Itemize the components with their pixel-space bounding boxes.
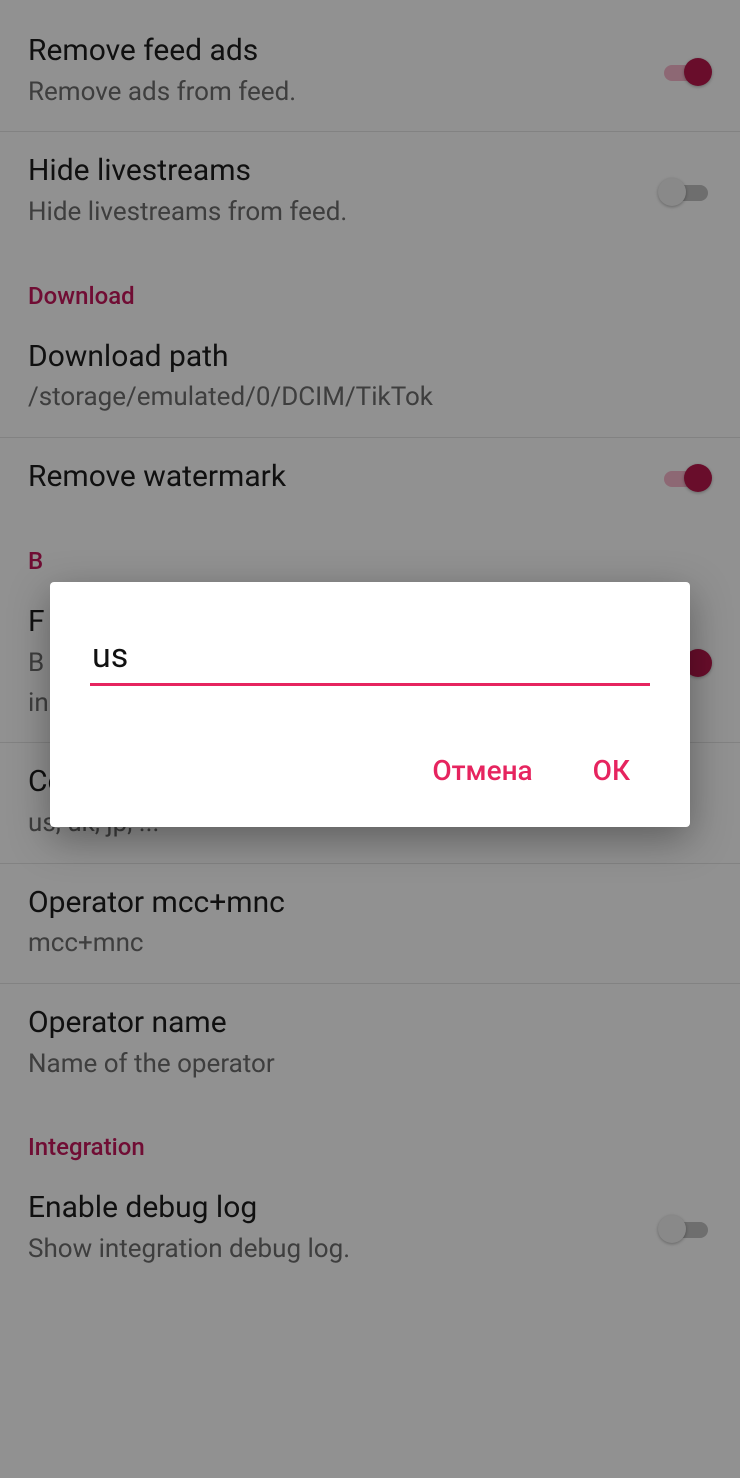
dialog-input-wrap [90, 630, 650, 686]
settings-screen: Remove feed ads Remove ads from feed. Hi… [0, 0, 740, 1478]
ok-button[interactable]: ОК [587, 746, 636, 795]
input-underline [90, 683, 650, 686]
input-dialog: Отмена ОК [50, 582, 690, 827]
cancel-button[interactable]: Отмена [426, 746, 538, 795]
dialog-actions: Отмена ОК [90, 746, 650, 803]
dialog-text-input[interactable] [90, 630, 650, 686]
